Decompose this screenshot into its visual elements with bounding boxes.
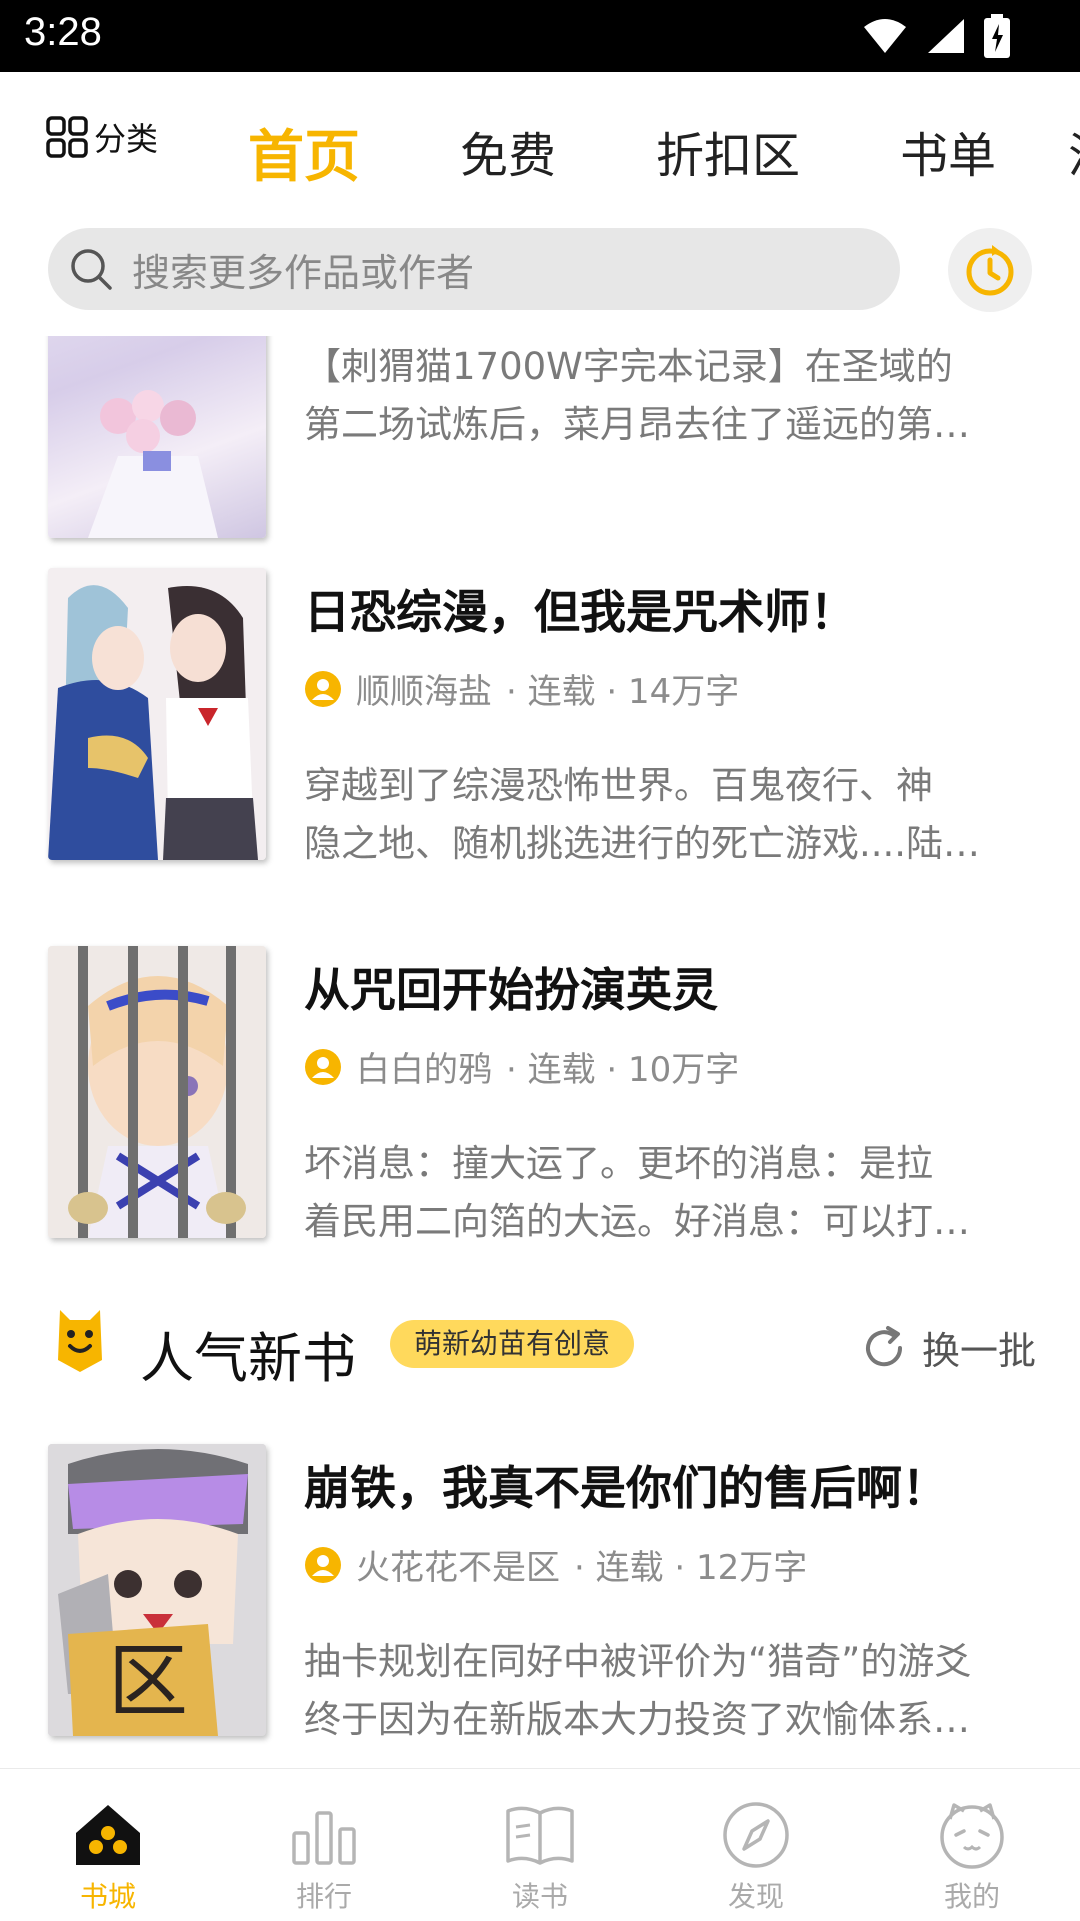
tab-bar: 首页 免费 折扣区 书单 漫 [248,116,1080,193]
search-placeholder: 搜索更多作品或作者 [132,250,475,295]
book-meta: 顺顺海盐 · 连载 · 14万字 [304,664,1044,713]
bottom-nav: 书城 排行 读书 发现 我的 [0,1768,1080,1921]
book-title: 日恐综漫，但我是咒术师！ [304,585,856,639]
wifi-icon [864,19,906,53]
desc-line: 隐之地、随机挑选进行的死亡游戏....陆… [304,822,981,865]
book-status: · 连载 · 14万字 [506,672,740,712]
book-cover [48,946,266,1238]
tab-discount[interactable]: 折扣区 [656,116,800,193]
tab-booklist[interactable]: 书单 [900,116,996,193]
book-meta: 火花花不是区 · 连载 · 12万字 [304,1540,1044,1589]
desc-line: 着民用二向箔的大运。好消息：可以打… [304,1200,970,1243]
book-status: · 连载 · 10万字 [506,1050,740,1090]
desc-line: 穿越到了综漫恐怖世界。百鬼夜行、神 [304,764,933,807]
category-label: 分类 [94,120,159,158]
author-icon [305,1546,341,1583]
tab-comic[interactable]: 漫 [1068,116,1080,193]
nav-label: 书城 [79,1880,136,1913]
nav-mine[interactable]: 我的 [864,1769,1080,1921]
nav-discover[interactable]: 发现 [648,1769,864,1921]
book-cover [48,568,266,860]
cat-face-icon [940,1803,1004,1869]
desc-line: 第二场试炼后，菜月昂去往了遥远的第… [304,403,970,446]
book-status: · 连载 · 12万字 [574,1548,808,1588]
book-author[interactable]: 火花花不是区 [356,1540,560,1589]
section-title: 人气新书 [140,1327,356,1390]
refresh-batch-button[interactable]: 换一批 [860,1320,1036,1375]
status-icons [862,14,1010,58]
book-description: 抽卡规划在同好中被评价为“猎奇”的游爻 终于因为在新版本大力投资了欢愉体系… [304,1633,1044,1749]
book-cover [48,336,266,538]
book-meta: 白白的鸦 · 连载 · 10万字 [304,1042,1044,1091]
nav-reading[interactable]: 读书 [432,1769,648,1921]
author-icon [305,1048,341,1085]
book-author[interactable]: 白白的鸦 [356,1042,492,1091]
book-title: 崩铁，我真不是你们的售后啊！ [304,1461,948,1515]
nav-ranking[interactable]: 排行 [216,1769,432,1921]
book-info: 日恐综漫，但我是咒术师！ 顺顺海盐 · 连载 · 14万字 穿越到了综漫恐怖世界… [304,568,1044,873]
compass-icon [723,1802,789,1868]
reading-history-button[interactable] [948,228,1032,312]
section-tag: 萌新幼苗有创意 [390,1320,635,1368]
book-title: 从咒回开始扮演英灵 [304,963,718,1017]
book-cover: 区 [48,1444,266,1736]
desc-line: 【刺猬猫1700W字完本记录】在圣域的 [304,345,953,388]
tab-free[interactable]: 免费 [460,116,556,193]
search-bar[interactable]: 搜索更多作品或作者 [48,228,900,310]
mascot-icon [58,1310,102,1372]
section-header: 人气新书 萌新幼苗有创意 换一批 [56,1310,1036,1390]
refresh-icon [866,1325,902,1366]
book-feed[interactable]: 【刺猬猫1700W字完本记录】在圣域的 第二场试炼后，菜月昂去往了遥远的第… 日… [0,336,1080,1768]
ranking-icon [292,1811,356,1865]
book-icon [506,1806,574,1865]
status-time: 3:28 [24,10,102,54]
bookstore-icon [76,1805,140,1865]
grid-icon [46,116,88,158]
desc-line: 坏消息：撞大运了。更坏的消息：是拉 [304,1142,933,1185]
desc-line: 抽卡规划在同好中被评价为“猎奇”的游爻 [304,1640,972,1683]
nav-bookstore[interactable]: 书城 [0,1769,216,1921]
book-info: 从咒回开始扮演英灵 白白的鸦 · 连载 · 10万字 坏消息：撞大运了。更坏的消… [304,946,1044,1251]
search-icon [71,249,112,290]
nav-label: 排行 [295,1880,352,1913]
book-description: 穿越到了综漫恐怖世界。百鬼夜行、神 隐之地、随机挑选进行的死亡游戏....陆… [304,757,1044,873]
category-button[interactable]: 分类 [46,114,158,160]
status-bar: 3:28 [0,0,1080,72]
book-info: 崩铁，我真不是你们的售后啊！ 火花花不是区 · 连载 · 12万字 抽卡规划在同… [304,1444,1044,1749]
book-author[interactable]: 顺顺海盐 [356,664,492,713]
history-clock-icon [966,245,1014,296]
desc-line: 终于因为在新版本大力投资了欢愉体系… [304,1698,970,1741]
book-info: 【刺猬猫1700W字完本记录】在圣域的 第二场试炼后，菜月昂去往了遥远的第… [304,336,1044,446]
refresh-label: 换一批 [921,1329,1036,1373]
svg-text:区: 区 [108,1635,188,1728]
nav-label: 读书 [511,1880,568,1913]
tab-home[interactable]: 首页 [248,112,360,193]
book-description: 坏消息：撞大运了。更坏的消息：是拉 着民用二向箔的大运。好消息：可以打… [304,1135,1044,1251]
nav-label: 发现 [727,1880,784,1913]
battery-icon [984,14,1010,58]
top-nav: 分类 首页 免费 折扣区 书单 漫 [0,72,1080,222]
nav-label: 我的 [943,1880,1000,1913]
signal-icon [928,19,964,53]
author-icon [305,670,341,707]
book-description: 【刺猬猫1700W字完本记录】在圣域的 第二场试炼后，菜月昂去往了遥远的第… [304,338,1044,454]
